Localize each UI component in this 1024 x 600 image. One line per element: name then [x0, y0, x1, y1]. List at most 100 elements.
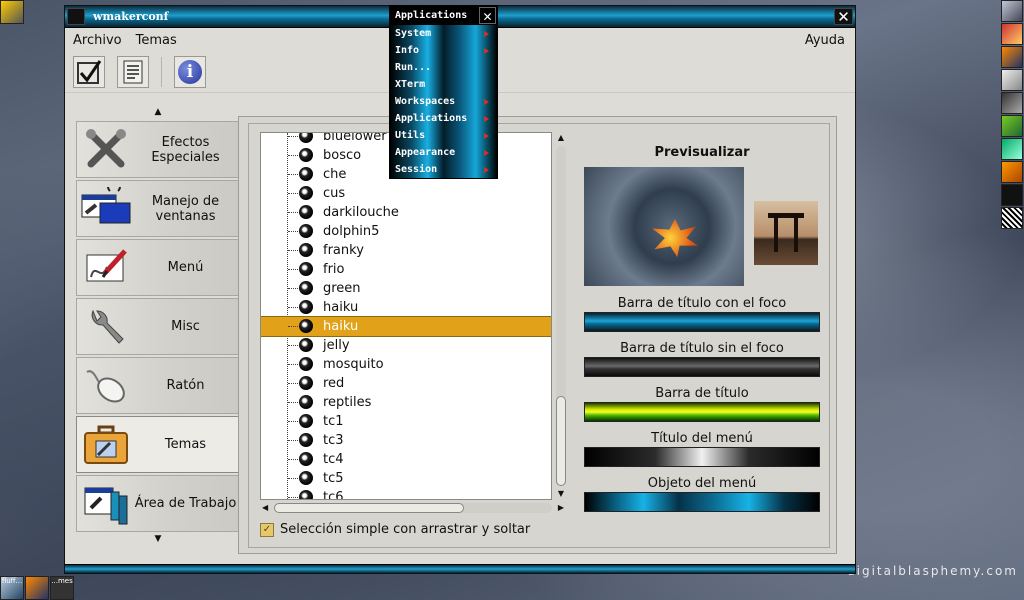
theme-icon [299, 300, 313, 314]
sidebar-scroll-down-button[interactable]: ▼ [76, 534, 240, 548]
dock-app-icon[interactable] [1001, 92, 1023, 114]
theme-list-item[interactable]: red [261, 374, 551, 393]
menu-temas[interactable]: Temas [136, 33, 177, 48]
info-button[interactable]: i [174, 56, 206, 88]
theme-list-item[interactable]: jelly [261, 336, 551, 355]
tree-connector [288, 345, 298, 346]
unfocused-titlebar-sample [584, 357, 820, 377]
theme-list-item[interactable]: mosquito [261, 355, 551, 374]
dock-app-icon[interactable] [1001, 161, 1023, 183]
scroll-right-arrow-icon[interactable]: ▶ [558, 501, 564, 515]
theme-list-item[interactable]: tc3 [261, 431, 551, 450]
theme-name: dolphin5 [323, 224, 380, 239]
sidebar-item-efectos-especiales[interactable]: Efectos Especiales [76, 121, 240, 178]
theme-list-item[interactable]: green [261, 279, 551, 298]
dock-app-icon[interactable] [1001, 115, 1023, 137]
scroll-track[interactable] [274, 503, 552, 513]
taskbar-app[interactable]: ...mes [50, 576, 74, 600]
themes-panel: bluelower bosco che cus darkilouche dolp… [238, 116, 837, 554]
scroll-down-arrow-icon[interactable]: ▼ [554, 488, 568, 500]
theme-list-item[interactable]: tc4 [261, 450, 551, 469]
scroll-left-arrow-icon[interactable]: ◀ [262, 501, 268, 515]
tree-connector [288, 421, 298, 422]
applications-menu-close-button[interactable]: ✕ [479, 7, 496, 24]
theme-list-item[interactable]: tc6 [261, 488, 551, 499]
theme-list-item[interactable]: frio [261, 260, 551, 279]
workspace-icon [80, 479, 132, 529]
dock-app-icon[interactable] [1001, 138, 1023, 160]
preview-bar-label: Barra de título [655, 386, 749, 401]
theme-list-item[interactable]: franky [261, 241, 551, 260]
focused-titlebar-sample [584, 312, 820, 332]
sidebar-item-misc[interactable]: Misc [76, 298, 240, 355]
drag-drop-checkbox[interactable]: ✓ [260, 522, 274, 537]
tree-connector [288, 231, 298, 232]
scroll-track[interactable] [556, 146, 566, 486]
menu-item-info[interactable]: Info [390, 42, 497, 59]
menu-item-label: Utils [395, 130, 426, 141]
wrench-icon [80, 302, 132, 352]
apply-button[interactable] [73, 56, 105, 88]
theme-list-horizontal-scrollbar[interactable]: ◀ ▶ [260, 501, 566, 515]
sidebar-item-area-de-trabajo[interactable]: Área de Trabajo [76, 475, 240, 532]
sidebar-item-menu[interactable]: Menú [76, 239, 240, 296]
theme-list-item[interactable]: dolphin5 [261, 222, 551, 241]
menu-item-label: System [395, 28, 432, 39]
applications-menu-title[interactable]: Applications ✕ [390, 6, 497, 25]
sidebar-item-raton[interactable]: Ratón [76, 357, 240, 414]
theme-list-item[interactable]: reptiles [261, 393, 551, 412]
menu-item-system[interactable]: System [390, 25, 497, 42]
briefcase-icon [80, 420, 132, 470]
save-button[interactable] [117, 56, 149, 88]
scroll-thumb[interactable] [274, 503, 464, 513]
theme-list-vertical-scrollbar[interactable]: ▲ ▼ [554, 132, 568, 500]
menu-item-appearance[interactable]: Appearance [390, 144, 497, 161]
scroll-up-arrow-icon[interactable]: ▲ [554, 132, 568, 144]
desktop-clip-icon[interactable] [0, 0, 24, 24]
tree-connector [288, 402, 298, 403]
taskbar-app[interactable]: fluff... [0, 576, 24, 600]
theme-list-item-selected[interactable]: haiku [261, 316, 551, 337]
menu-item-session[interactable]: Session [390, 161, 497, 178]
dock-app-icon[interactable] [1001, 207, 1023, 229]
menu-item-xterm[interactable]: XTerm [390, 76, 497, 93]
theme-list-item[interactable]: darkilouche [261, 203, 551, 222]
theme-icon [299, 376, 313, 390]
dock-app-icon[interactable] [1001, 0, 1023, 22]
dock-browser-icon[interactable] [1001, 46, 1023, 68]
dock-app-icon[interactable] [1001, 23, 1023, 45]
sidebar-item-manejo-de-ventanas[interactable]: Manejo de ventanas [76, 180, 240, 237]
taskbar-browser-icon[interactable] [25, 576, 49, 600]
tree-connector [288, 250, 298, 251]
menu-item-run[interactable]: Run... [390, 59, 497, 76]
theme-name: franky [323, 243, 364, 258]
dock-terminal-icon[interactable] [1001, 184, 1023, 206]
sidebar-scroll-up-button[interactable]: ▲ [76, 107, 240, 121]
drag-drop-option[interactable]: ✓ Selección simple con arrastrar y solta… [260, 522, 530, 537]
scroll-thumb[interactable] [556, 396, 566, 486]
menu-ayuda[interactable]: Ayuda [805, 33, 845, 48]
theme-icon [299, 452, 313, 466]
submenu-arrow-icon [484, 98, 489, 105]
window-resizebar[interactable] [65, 564, 855, 573]
theme-list-item[interactable]: tc5 [261, 469, 551, 488]
menu-archivo[interactable]: Archivo [73, 33, 122, 48]
theme-name: tc1 [323, 414, 344, 429]
sidebar-item-temas[interactable]: Temas [76, 416, 240, 473]
theme-list[interactable]: bluelower bosco che cus darkilouche dolp… [260, 132, 552, 500]
menu-item-workspaces[interactable]: Workspaces [390, 93, 497, 110]
theme-icon [299, 133, 313, 143]
menu-item-utils[interactable]: Utils [390, 127, 497, 144]
miniaturize-button[interactable] [67, 8, 85, 25]
window-close-button[interactable]: ✕ [834, 8, 853, 25]
theme-list-item[interactable]: tc1 [261, 412, 551, 431]
theme-name: frio [323, 262, 345, 277]
dock-app-icon[interactable] [1001, 69, 1023, 91]
theme-list-item[interactable]: haiku [261, 298, 551, 317]
applications-menu: Applications ✕ System Info Run... XTerm … [389, 5, 498, 179]
dock [1000, 0, 1024, 230]
submenu-arrow-icon [484, 115, 489, 122]
menu-item-applications[interactable]: Applications [390, 110, 497, 127]
theme-name: darkilouche [323, 205, 399, 220]
theme-list-item[interactable]: cus [261, 184, 551, 203]
